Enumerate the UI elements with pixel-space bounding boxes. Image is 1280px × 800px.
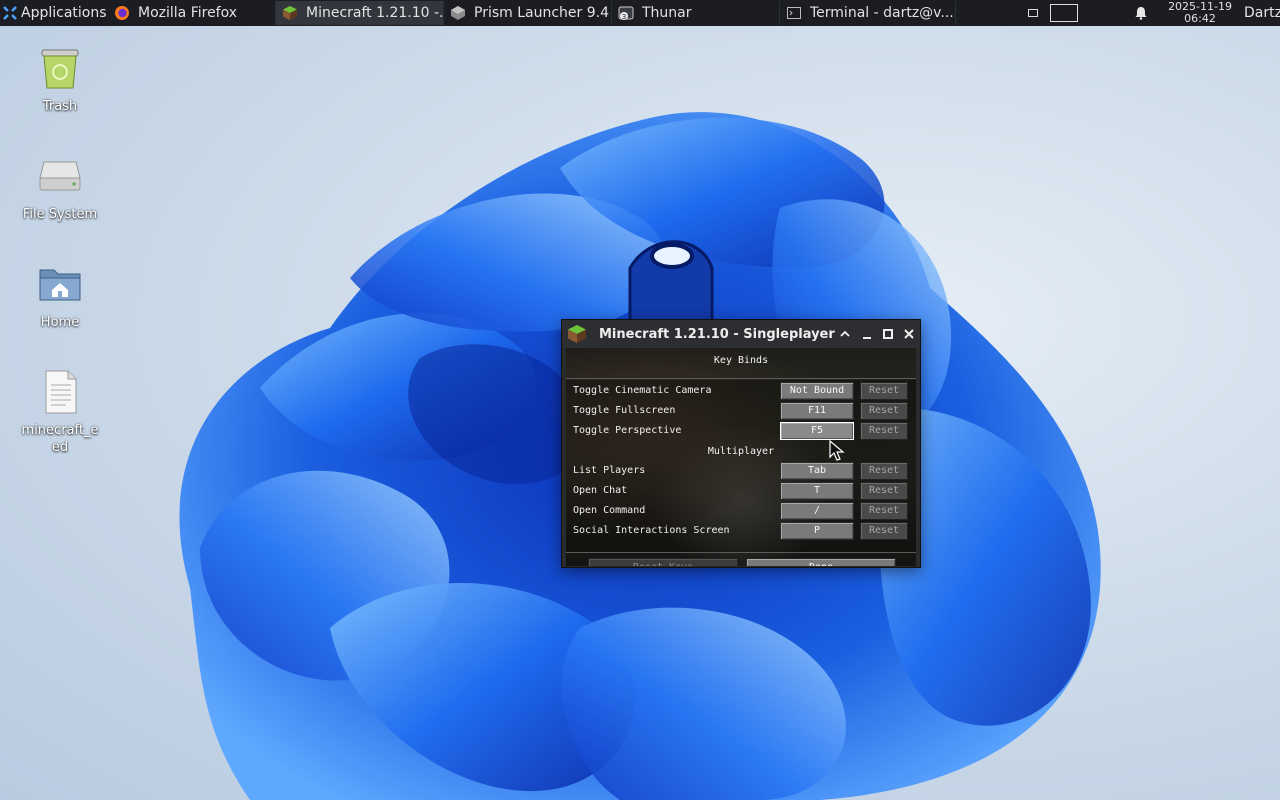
keybind-key-button[interactable]: T	[780, 482, 854, 500]
keybind-key-button[interactable]: P	[780, 522, 854, 540]
keybind-reset-button[interactable]: Reset	[860, 382, 908, 400]
desktop-icon-label: Home	[40, 315, 80, 330]
desktop-icon-home[interactable]: Home	[10, 260, 110, 331]
minecraft-icon	[282, 5, 298, 21]
taskbar: Applications Mozilla Firefox Minecraft 1…	[0, 0, 1280, 26]
keybind-reset-button[interactable]: Reset	[860, 422, 908, 440]
task-label: Thunar	[642, 5, 692, 21]
task-badge: 3	[622, 13, 626, 21]
task-prism-launcher[interactable]: Prism Launcher 9.4	[444, 1, 612, 25]
applications-label: Applications	[21, 5, 107, 21]
reset-keys-button[interactable]: Reset Keys	[588, 558, 738, 566]
category-heading: Multiplayer	[707, 446, 775, 457]
keybind-key-button[interactable]: F5	[780, 422, 854, 440]
task-label: Minecraft 1.21.10 -...	[306, 5, 444, 21]
keybind-label: Social Interactions Screen	[573, 525, 730, 536]
task-firefox[interactable]: Mozilla Firefox	[108, 1, 276, 25]
close-button[interactable]	[899, 324, 920, 344]
keybind-list[interactable]: Toggle Cinematic Camera Not Bound Reset …	[566, 380, 916, 552]
keybind-label: Toggle Cinematic Camera	[573, 385, 712, 396]
keybinds-screen: Key Binds Toggle Cinematic Camera Not Bo…	[566, 348, 916, 566]
task-label: Terminal - dartz@v...	[810, 5, 954, 21]
clock-time: 06:42	[1184, 12, 1216, 25]
keybind-row: Open Command / Reset	[566, 502, 916, 520]
window-title: Minecraft 1.21.10 - Singleplayer	[599, 326, 835, 342]
minimize-icon	[862, 337, 871, 339]
thunar-icon: 3	[618, 5, 634, 21]
maximize-icon	[883, 329, 894, 339]
keybind-label: Toggle Perspective	[573, 425, 682, 436]
trash-icon	[36, 44, 84, 92]
prism-launcher-icon	[450, 5, 466, 21]
screen-heading: Key Binds	[713, 355, 769, 366]
minimize-button[interactable]	[856, 324, 877, 344]
keybind-row: Toggle Perspective F5 Reset	[566, 422, 916, 440]
keybind-label: List Players	[573, 465, 646, 476]
keybind-reset-button[interactable]: Reset	[860, 502, 908, 520]
minecraft-icon	[567, 324, 587, 344]
divider	[566, 378, 916, 379]
workspace-switcher[interactable]	[1050, 4, 1079, 22]
done-button[interactable]: Done	[746, 558, 896, 566]
close-icon	[904, 329, 915, 339]
keybind-label: Open Command	[573, 505, 646, 516]
keybind-row: Social Interactions Screen P Reset	[566, 522, 916, 540]
mouse-cursor-icon	[829, 440, 845, 461]
task-thunar[interactable]: 3 Thunar	[612, 1, 780, 25]
drive-icon	[36, 152, 84, 200]
terminal-icon	[786, 5, 802, 21]
minecraft-window: Minecraft 1.21.10 - Singleplayer Key Bin…	[561, 319, 921, 568]
desktop-icon-label: Trash	[42, 99, 78, 114]
chevron-up-icon	[840, 330, 851, 337]
desktop-icon-label: File System	[22, 207, 98, 222]
desktop-icon-minecraft-eed[interactable]: minecraft_eed	[10, 368, 110, 456]
keybind-key-button[interactable]: /	[780, 502, 854, 520]
window-titlebar[interactable]: Minecraft 1.21.10 - Singleplayer	[562, 320, 920, 348]
firefox-icon	[114, 5, 130, 21]
keybind-row: Open Chat T Reset	[566, 482, 916, 500]
keybind-reset-button[interactable]: Reset	[860, 462, 908, 480]
desktop-icon-label: minecraft_eed	[21, 423, 99, 455]
maximize-button[interactable]	[877, 324, 898, 344]
desktop-icon-trash[interactable]: Trash	[10, 44, 110, 115]
task-label: Mozilla Firefox	[138, 5, 238, 21]
keybind-reset-button[interactable]: Reset	[860, 482, 908, 500]
xfce-logo-icon	[2, 5, 18, 21]
user-menu[interactable]: Dartz	[1244, 5, 1280, 21]
keybind-key-button[interactable]: Not Bound	[780, 382, 854, 400]
task-label: Prism Launcher 9.4	[474, 5, 610, 21]
keybind-reset-button[interactable]: Reset	[860, 522, 908, 540]
task-terminal[interactable]: Terminal - dartz@v...	[780, 1, 956, 25]
text-file-icon	[36, 368, 84, 416]
keybind-row: Toggle Cinematic Camera Not Bound Reset	[566, 382, 916, 400]
keybind-reset-button[interactable]: Reset	[860, 402, 908, 420]
keybind-key-button[interactable]: F11	[780, 402, 854, 420]
applications-menu-button[interactable]: Applications	[0, 0, 108, 26]
desktop-icon-file-system[interactable]: File System	[10, 152, 110, 223]
show-desktop-icon[interactable]	[1028, 9, 1039, 17]
notification-bell-icon[interactable]	[1134, 6, 1148, 20]
keybind-row: Toggle Fullscreen F11 Reset	[566, 402, 916, 420]
home-folder-icon	[36, 260, 84, 308]
keybind-row: List Players Tab Reset	[566, 462, 916, 480]
system-tray: 2025-11-19 06:42 Dartz	[1016, 0, 1280, 26]
keybind-label: Toggle Fullscreen	[573, 405, 676, 416]
shade-button[interactable]	[835, 324, 856, 344]
keybind-label: Open Chat	[573, 485, 628, 496]
keybind-key-button[interactable]: Tab	[780, 462, 854, 480]
clock[interactable]: 2025-11-19 06:42	[1168, 1, 1232, 25]
task-minecraft[interactable]: Minecraft 1.21.10 -...	[276, 1, 444, 25]
